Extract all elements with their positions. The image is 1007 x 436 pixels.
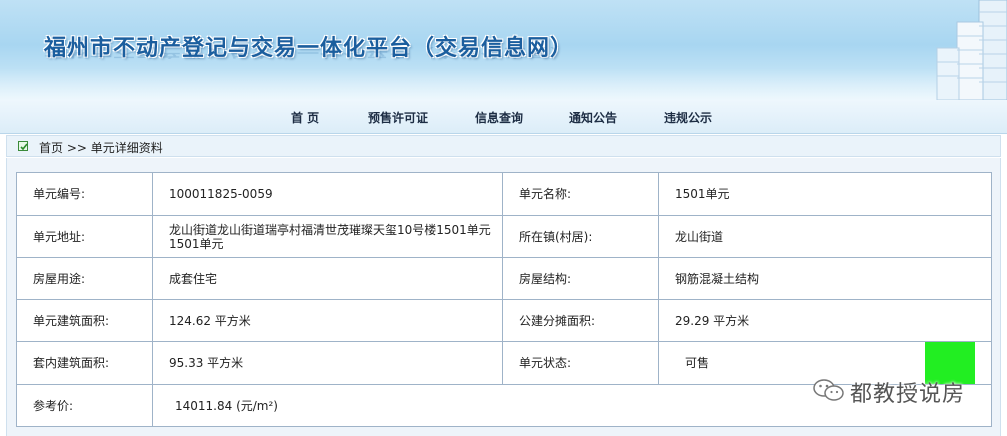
unit-address-label: 单元地址:	[16, 215, 153, 258]
skyline-graphic	[936, 0, 1007, 100]
reference-price-value: 14011.84 (元/m²)	[175, 398, 278, 413]
gross-area-label: 单元建筑面积:	[16, 299, 153, 342]
unit-address-value: 龙山街道龙山街道瑞亭村福清世茂璀璨天玺10号楼1501单元1501单元	[152, 215, 503, 258]
site-title-reflection: 福州市不动产登记与交易一体化平台（交易信息网）	[44, 44, 574, 59]
nav-presale-permit[interactable]: 预售许可证	[368, 109, 428, 126]
unit-name-value: 1501单元	[658, 172, 992, 216]
banner-water	[0, 68, 1007, 100]
unit-name-label: 单元名称:	[502, 172, 659, 216]
nav-violations[interactable]: 违规公示	[664, 109, 712, 126]
table-row: 房屋用途: 成套住宅 房屋结构: 钢筋混凝土结构	[16, 257, 992, 300]
breadcrumb: 首页 >> 单元详细资料	[6, 135, 1001, 157]
inner-area-value: 95.33 平方米	[152, 341, 503, 385]
inner-area-label: 套内建筑面积:	[16, 341, 153, 385]
gross-area-value: 124.62 平方米	[152, 299, 503, 342]
nav-notices[interactable]: 通知公告	[569, 109, 617, 126]
town-value: 龙山街道	[658, 215, 992, 258]
checkbox-icon	[18, 141, 28, 151]
usage-value: 成套住宅	[152, 257, 503, 300]
town-label: 所在镇(村居):	[502, 215, 659, 258]
status-label: 单元状态:	[502, 341, 659, 385]
shared-area-value: 29.29 平方米	[658, 299, 992, 342]
breadcrumb-text[interactable]: 首页 >> 单元详细资料	[39, 139, 163, 156]
unit-number-label: 单元编号:	[16, 172, 153, 216]
status-value: 可售	[685, 356, 710, 370]
table-row: 单元地址: 龙山街道龙山街道瑞亭村福清世茂璀璨天玺10号楼1501单元1501单…	[16, 215, 992, 258]
header-banner: 福州市不动产登记与交易一体化平台（交易信息网） 福州市不动产登记与交易一体化平台…	[0, 0, 1007, 100]
main-nav: 首 页 预售许可证 信息查询 通知公告 违规公示	[0, 100, 1007, 134]
reference-price-label: 参考价:	[16, 384, 153, 427]
structure-label: 房屋结构:	[502, 257, 659, 300]
usage-label: 房屋用途:	[16, 257, 153, 300]
structure-value: 钢筋混凝土结构	[658, 257, 992, 300]
nav-info-query[interactable]: 信息查询	[475, 109, 523, 126]
watermark: 都教授说房	[808, 374, 998, 407]
wechat-icon	[813, 379, 844, 401]
table-row: 单元编号: 100011825-0059 单元名称: 1501单元	[16, 172, 992, 216]
table-row: 单元建筑面积: 124.62 平方米 公建分摊面积: 29.29 平方米	[16, 299, 992, 342]
shared-area-label: 公建分摊面积:	[502, 299, 659, 342]
unit-number-value: 100011825-0059	[152, 172, 503, 216]
watermark-text: 都教授说房	[850, 382, 966, 407]
nav-home[interactable]: 首 页	[291, 109, 319, 126]
